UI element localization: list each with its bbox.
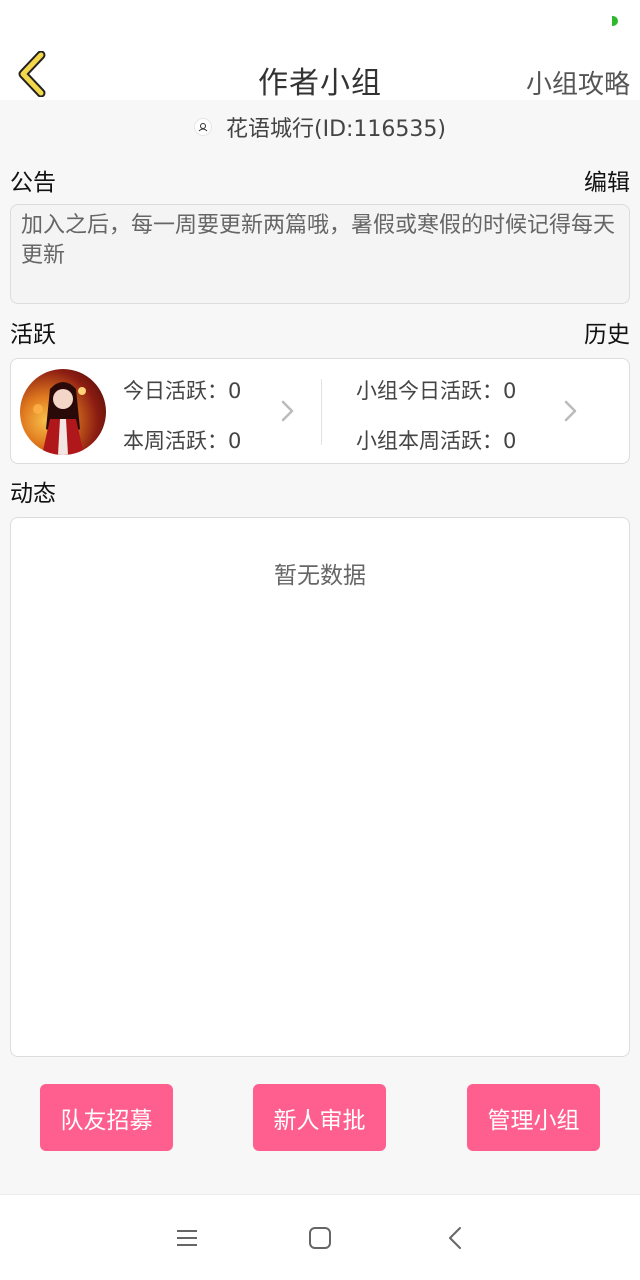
notice-content: 加入之后，每一周要更新两篇哦，暑假或寒假的时候记得每天更新	[10, 204, 630, 304]
group-guide-link[interactable]: 小组攻略	[526, 64, 630, 101]
feed-heading: 动态	[10, 481, 56, 507]
menu-icon	[177, 1230, 197, 1246]
feed-header: 动态	[10, 473, 630, 509]
group-week-activity: 小组本周活跃：0	[356, 429, 517, 453]
empty-state-text: 暂无数据	[274, 563, 366, 589]
notice-heading: 公告	[10, 170, 56, 196]
chevron-right-icon	[564, 400, 577, 422]
activity-card: 今日活跃：0 本周活跃：0 小组今日活跃：0 小组本周活跃：0	[10, 358, 630, 464]
battery-indicator-icon	[612, 16, 618, 26]
group-activity-stats[interactable]: 小组今日活跃：0 小组本周活跃：0	[322, 359, 631, 465]
manage-group-button[interactable]: 管理小组	[467, 1084, 600, 1151]
notice-header: 公告 编辑	[10, 162, 630, 198]
activity-header: 活跃 历史	[10, 314, 630, 350]
nav-back-button[interactable]	[440, 1223, 470, 1253]
history-button[interactable]: 历史	[584, 315, 630, 349]
nav-home-button[interactable]	[305, 1223, 335, 1253]
activity-heading: 活跃	[10, 322, 56, 348]
back-triangle-icon	[449, 1227, 461, 1249]
status-bar	[0, 0, 640, 44]
recruit-button[interactable]: 队友招募	[40, 1084, 173, 1151]
today-activity: 今日活跃：0	[123, 379, 242, 403]
group-today-activity: 小组今日活跃：0	[356, 379, 517, 403]
week-activity: 本周活跃：0	[123, 429, 242, 453]
group-avatar-icon	[194, 118, 212, 136]
chevron-right-icon	[281, 400, 294, 422]
feed-list: 暂无数据	[10, 517, 630, 1057]
group-name: 花语城行(ID:116535)	[226, 117, 446, 142]
system-nav-bar	[0, 1194, 640, 1280]
group-name-row: 花语城行(ID:116535)	[0, 104, 640, 150]
square-home-icon	[309, 1227, 331, 1249]
approve-newcomers-button[interactable]: 新人审批	[253, 1084, 386, 1151]
edit-notice-button[interactable]: 编辑	[584, 163, 630, 197]
personal-activity-stats[interactable]: 今日活跃：0 本周活跃：0	[11, 359, 321, 465]
top-bar: 作者小组 小组攻略	[0, 44, 640, 101]
nav-menu-button[interactable]	[172, 1223, 202, 1253]
